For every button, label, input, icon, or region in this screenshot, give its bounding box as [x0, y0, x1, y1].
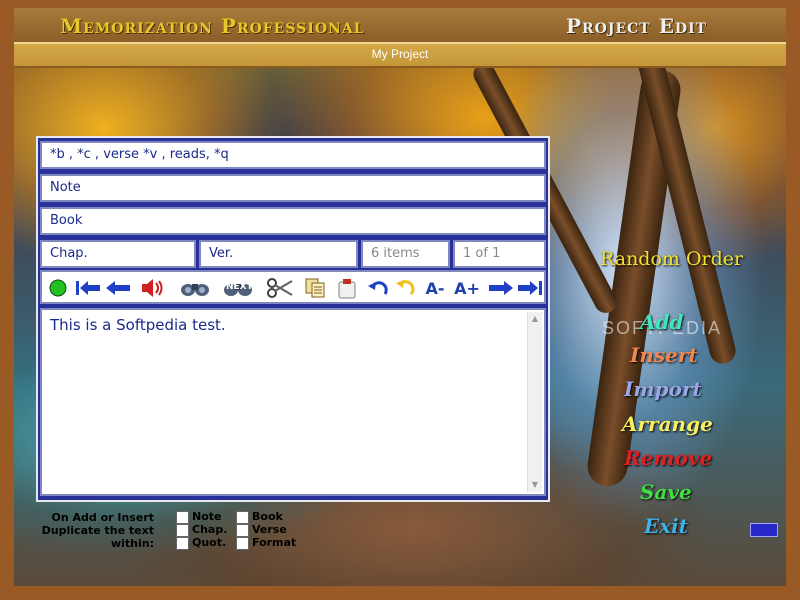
- duplicate-chap-checkbox[interactable]: [176, 524, 189, 537]
- copy-icon[interactable]: [302, 276, 328, 300]
- duplicate-note-checkbox[interactable]: [176, 511, 189, 524]
- item-count-field: 6 items: [361, 240, 450, 268]
- remove-button[interactable]: Remove: [624, 446, 712, 470]
- undo-icon[interactable]: [366, 276, 390, 300]
- next-item-icon[interactable]: [488, 276, 514, 300]
- cut-icon[interactable]: [266, 276, 294, 300]
- reference-format-field[interactable]: *b , *c , verse *v , reads, *q: [40, 141, 546, 169]
- import-button[interactable]: Import: [624, 377, 702, 401]
- vertical-scrollbar[interactable]: ▲ ▼: [527, 312, 542, 492]
- note-field[interactable]: Note: [40, 174, 546, 202]
- next-label: NEXT: [226, 282, 253, 292]
- mode-title: Project Edit: [566, 14, 708, 38]
- random-order-button[interactable]: Random Order: [600, 248, 743, 270]
- options-label-line3: within:: [110, 537, 154, 550]
- font-larger-button[interactable]: A+: [452, 276, 482, 300]
- record-icon[interactable]: [46, 276, 70, 300]
- options-label-line2: Duplicate the text: [41, 524, 154, 537]
- insert-button[interactable]: Insert: [630, 343, 698, 367]
- position-field: 1 of 1: [453, 240, 546, 268]
- toolbar: NEXT A- A+: [40, 270, 546, 304]
- speaker-icon[interactable]: [138, 276, 166, 300]
- arrange-button[interactable]: Arrange: [622, 412, 713, 436]
- chapter-field[interactable]: Chap.: [40, 240, 196, 268]
- duplicate-format-checkbox[interactable]: [236, 537, 249, 550]
- duplicate-book-checkbox[interactable]: [236, 511, 249, 524]
- exit-button[interactable]: Exit: [644, 514, 688, 538]
- font-smaller-button[interactable]: A-: [422, 276, 448, 300]
- duplicate-note-label: Note: [192, 510, 222, 523]
- save-button[interactable]: Save: [640, 480, 692, 504]
- find-next-icon[interactable]: NEXT: [220, 276, 256, 300]
- scroll-up-icon[interactable]: ▲: [528, 312, 542, 326]
- options-label-line1: On Add or Insert: [51, 511, 154, 524]
- duplicate-verse-checkbox[interactable]: [236, 524, 249, 537]
- duplicate-book-label: Book: [252, 510, 283, 523]
- book-field[interactable]: Book: [40, 207, 546, 235]
- minimize-button[interactable]: [750, 523, 778, 537]
- last-item-icon[interactable]: [516, 276, 544, 300]
- app-title: Memorization Professional: [60, 14, 365, 38]
- duplicate-verse-label: Verse: [252, 523, 287, 536]
- previous-item-icon[interactable]: [104, 276, 132, 300]
- duplicate-quot-checkbox[interactable]: [176, 537, 189, 550]
- scroll-down-icon[interactable]: ▼: [528, 478, 542, 492]
- project-name: My Project: [371, 47, 429, 61]
- duplicate-chap-label: Chap.: [192, 523, 228, 536]
- paste-icon[interactable]: [334, 276, 360, 300]
- duplicate-format-label: Format: [252, 536, 297, 549]
- memorization-text-area[interactable]: This is a Softpedia test. ▲ ▼: [40, 308, 546, 496]
- add-button[interactable]: Add: [640, 310, 684, 334]
- duplicate-quot-label: Quot.: [192, 536, 227, 549]
- verse-field[interactable]: Ver.: [199, 240, 358, 268]
- redo-icon[interactable]: [394, 276, 418, 300]
- binoculars-icon[interactable]: [178, 276, 212, 300]
- first-item-icon[interactable]: [74, 276, 102, 300]
- editor-text: This is a Softpedia test.: [50, 316, 226, 334]
